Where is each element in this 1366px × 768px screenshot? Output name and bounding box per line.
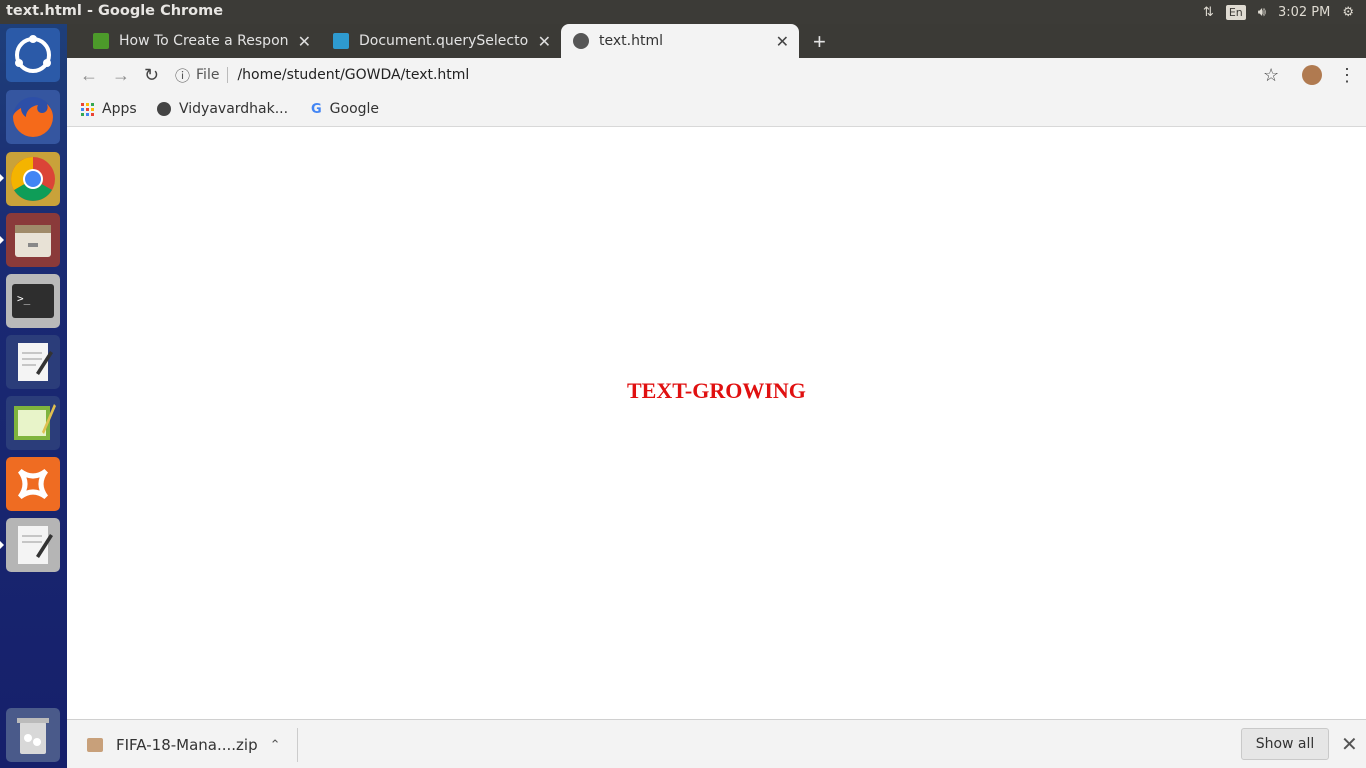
tab-label: Document.querySelector(): [359, 33, 529, 49]
close-tab-icon[interactable]: ✕: [538, 32, 551, 51]
tab-label: text.html: [599, 33, 663, 49]
forward-icon[interactable]: →: [112, 65, 130, 86]
system-top-bar: text.html - Google Chrome ⇅ En 🔊︎ 3:02 P…: [0, 0, 1366, 24]
browser-window: How To Create a Responsi ✕ Document.quer…: [67, 24, 1366, 127]
volume-icon[interactable]: 🔊︎: [1258, 5, 1266, 20]
bookmark-label: Google: [329, 101, 380, 117]
running-indicator: [0, 236, 4, 244]
bookmark-label: Vidyavardhak...: [179, 101, 289, 117]
show-all-button[interactable]: Show all: [1241, 728, 1329, 760]
address-bar[interactable]: ⓘ File /home/student/GOWDA/text.html: [175, 64, 469, 86]
running-indicator: [0, 174, 4, 182]
window-title: text.html - Google Chrome: [6, 3, 224, 19]
profile-avatar[interactable]: [1302, 65, 1322, 85]
text-editor-icon[interactable]: [6, 335, 60, 389]
close-tab-icon[interactable]: ✕: [776, 32, 789, 51]
globe-favicon-icon: [573, 33, 589, 49]
bookmark-label: Apps: [102, 101, 137, 117]
bookmark-vidyavardhak[interactable]: Vidyavardhak...: [157, 101, 288, 117]
info-icon[interactable]: ⓘ: [175, 65, 190, 86]
terminal-icon[interactable]: >_: [6, 274, 60, 328]
bookmarks-bar: Apps Vidyavardhak... G Google: [67, 92, 1366, 127]
download-shelf: FIFA-18-Mana....zip ⌃ Show all ✕: [67, 719, 1366, 768]
tab-responsive[interactable]: How To Create a Responsi ✕: [81, 24, 321, 58]
reload-icon[interactable]: ↻: [144, 65, 159, 86]
page-content: TEXT-GROWING: [67, 127, 1366, 719]
system-tray: ⇅ En 🔊︎ 3:02 PM ⚙: [1203, 0, 1366, 24]
mdn-favicon-icon: [333, 33, 349, 49]
w3schools-favicon-icon: [93, 33, 109, 49]
xampp-icon[interactable]: [6, 457, 60, 511]
file-scheme-label: File: [196, 67, 229, 83]
keyboard-layout-indicator[interactable]: En: [1225, 4, 1246, 20]
ubuntu-dash-icon[interactable]: [6, 28, 60, 82]
text-editor-2-icon[interactable]: [6, 518, 60, 572]
browser-toolbar: ← → ↻ ⓘ File /home/student/GOWDA/text.ht…: [67, 58, 1366, 92]
running-indicator: [0, 541, 4, 549]
menu-icon[interactable]: ⋮: [1338, 65, 1356, 86]
svg-text:>_: >_: [17, 292, 31, 305]
clock[interactable]: 3:02 PM: [1278, 5, 1330, 20]
globe-icon: [157, 102, 171, 116]
trash-icon[interactable]: [6, 708, 60, 762]
firefox-icon[interactable]: [6, 90, 60, 144]
google-g-icon: G: [311, 101, 322, 117]
unity-launcher: >_: [0, 24, 67, 768]
new-tab-button[interactable]: +: [813, 29, 826, 55]
chrome-icon[interactable]: [6, 152, 60, 206]
system-settings-icon[interactable]: ⚙: [1342, 5, 1354, 20]
tab-queryselector[interactable]: Document.querySelector() ✕: [321, 24, 561, 58]
bookmark-apps[interactable]: Apps: [81, 101, 137, 117]
back-icon[interactable]: ←: [80, 65, 98, 86]
close-download-shelf-icon[interactable]: ✕: [1341, 732, 1358, 756]
tab-text-html[interactable]: text.html ✕: [561, 24, 799, 58]
tab-label: How To Create a Responsi: [119, 33, 289, 49]
tab-strip: How To Create a Responsi ✕ Document.quer…: [67, 24, 1366, 58]
bookmark-google[interactable]: G Google: [311, 101, 379, 117]
download-filename: FIFA-18-Mana....zip: [116, 736, 258, 754]
text-growing-heading: TEXT-GROWING: [627, 378, 806, 403]
bookmark-star-icon[interactable]: ☆: [1263, 65, 1279, 86]
files-icon[interactable]: [6, 213, 60, 267]
apps-grid-icon: [81, 102, 94, 116]
archive-file-icon: [87, 738, 103, 752]
notepadqq-icon[interactable]: [6, 396, 60, 450]
url-text[interactable]: /home/student/GOWDA/text.html: [237, 67, 469, 83]
divider: [297, 728, 298, 762]
close-tab-icon[interactable]: ✕: [298, 32, 311, 51]
chevron-up-icon[interactable]: ⌃: [270, 738, 281, 753]
network-icon[interactable]: ⇅: [1203, 5, 1214, 20]
download-item[interactable]: FIFA-18-Mana....zip ⌃: [87, 736, 281, 754]
